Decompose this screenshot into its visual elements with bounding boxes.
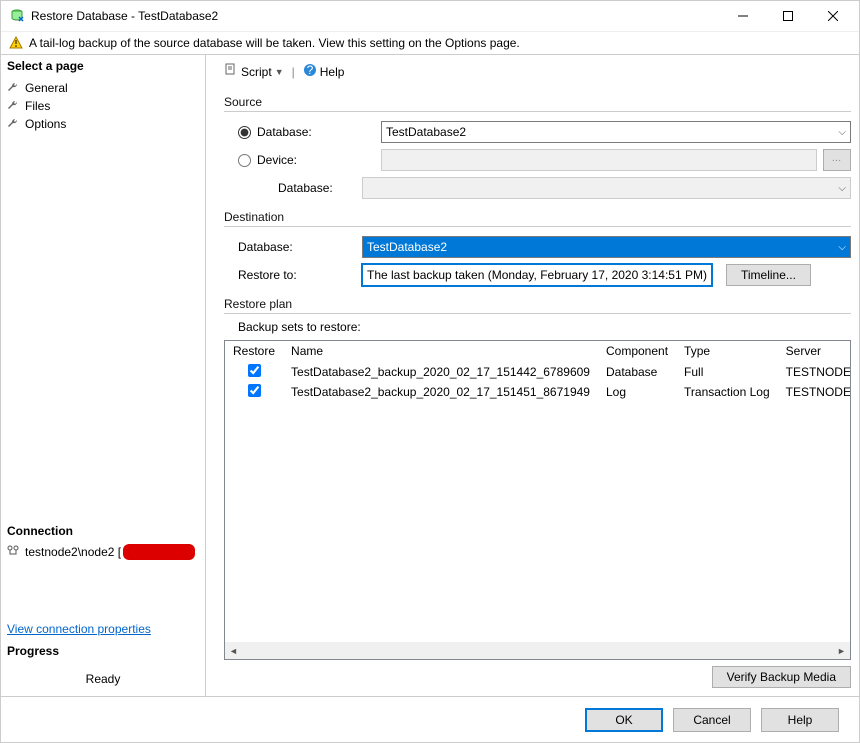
source-device-database-combo: ⌵ [362, 177, 851, 199]
source-database-row: Database: TestDatabase2 ⌵ [224, 120, 851, 144]
backup-sets-grid[interactable]: Restore Name Component Type Server TestD… [224, 340, 851, 660]
chevron-down-icon: ▼ [275, 67, 284, 77]
source-device-field [381, 149, 817, 171]
wrench-icon [7, 117, 21, 131]
destination-database-combo[interactable]: TestDatabase2 ⌵ [362, 236, 851, 258]
help-button-footer[interactable]: Help [761, 708, 839, 732]
wrench-icon [7, 81, 21, 95]
cell-component: Database [598, 361, 676, 382]
col-restore[interactable]: Restore [225, 341, 283, 361]
page-item-label: Options [25, 117, 66, 131]
verify-backup-media-button[interactable]: Verify Backup Media [712, 666, 851, 688]
cell-name: TestDatabase2_backup_2020_02_17_151451_8… [283, 382, 598, 402]
restore-checkbox[interactable] [248, 364, 261, 377]
restore-plan-subhead: Backup sets to restore: [224, 320, 851, 334]
page-list: General Files Options [1, 77, 205, 135]
warning-icon [9, 36, 23, 50]
source-database-value: TestDatabase2 [386, 125, 466, 139]
connection-head: Connection [1, 520, 205, 542]
source-device-label: Device: [257, 153, 381, 167]
minimize-button[interactable] [720, 2, 765, 30]
connection-row: testnode2\node2 [ [1, 542, 205, 562]
app-icon [9, 8, 25, 24]
timeline-button[interactable]: Timeline... [726, 264, 811, 286]
connection-text: testnode2\node2 [ [25, 545, 121, 559]
warning-text: A tail-log backup of the source database… [29, 36, 520, 50]
view-connection-properties-link[interactable]: View connection properties [1, 618, 205, 640]
source-head: Source [224, 95, 851, 109]
chevron-down-icon: ⌵ [838, 242, 846, 253]
dialog-footer: OK Cancel Help [1, 696, 859, 742]
svg-text:?: ? [306, 63, 313, 77]
page-item-files[interactable]: Files [7, 97, 205, 115]
close-button[interactable] [810, 2, 855, 30]
cancel-button[interactable]: Cancel [673, 708, 751, 732]
destination-database-label: Database: [238, 240, 362, 254]
col-component[interactable]: Component [598, 341, 676, 361]
chevron-down-icon: ⌵ [838, 183, 846, 194]
ok-button[interactable]: OK [585, 708, 663, 732]
redacted-area [123, 544, 195, 560]
page-item-general[interactable]: General [7, 79, 205, 97]
wrench-icon [7, 99, 21, 113]
source-device-row: Device: … [224, 148, 851, 172]
col-type[interactable]: Type [676, 341, 778, 361]
destination-head: Destination [224, 210, 851, 224]
maximize-button[interactable] [765, 2, 810, 30]
toolbar-separator: | [292, 65, 295, 79]
form-area: Source Database: TestDatabase2 ⌵ Device:… [214, 85, 851, 688]
right-toolbar: Script ▼ | ? Help [214, 59, 851, 85]
right-panel: Script ▼ | ? Help Source Database: TestD… [206, 55, 859, 696]
cell-component: Log [598, 382, 676, 402]
scroll-right-icon[interactable]: ► [833, 642, 850, 659]
horizontal-scrollbar[interactable]: ◄ ► [225, 642, 850, 659]
table-row[interactable]: TestDatabase2_backup_2020_02_17_151442_6… [225, 361, 850, 382]
cell-server: TESTNODE2\NODE2 [778, 361, 850, 382]
cell-type: Transaction Log [676, 382, 778, 402]
source-device-radio[interactable] [238, 154, 251, 167]
cell-server: TESTNODE2\NODE2 [778, 382, 850, 402]
grid-header-row: Restore Name Component Type Server [225, 341, 850, 361]
source-device-database-label: Database: [278, 181, 362, 195]
restore-checkbox[interactable] [248, 384, 261, 397]
help-icon: ? [303, 63, 317, 80]
source-database-label: Database: [257, 125, 381, 139]
script-button[interactable]: Script ▼ [220, 61, 288, 82]
restore-to-row: Restore to: Timeline... [224, 263, 851, 287]
table-row[interactable]: TestDatabase2_backup_2020_02_17_151451_8… [225, 382, 850, 402]
server-icon [7, 545, 21, 559]
restore-plan-head: Restore plan [224, 297, 851, 311]
script-icon [224, 63, 238, 80]
cell-name: TestDatabase2_backup_2020_02_17_151442_6… [283, 361, 598, 382]
cell-type: Full [676, 361, 778, 382]
source-device-database-row: Database: ⌵ [224, 176, 851, 200]
col-name[interactable]: Name [283, 341, 598, 361]
source-database-combo[interactable]: TestDatabase2 ⌵ [381, 121, 851, 143]
page-item-label: Files [25, 99, 50, 113]
scroll-left-icon[interactable]: ◄ [225, 642, 242, 659]
browse-device-button[interactable]: … [823, 149, 851, 171]
titlebar: Restore Database - TestDatabase2 [1, 1, 859, 31]
progress-status: Ready [1, 662, 205, 696]
destination-database-value: TestDatabase2 [367, 240, 447, 254]
help-label: Help [320, 65, 345, 79]
main-area: Select a page General Files Options Conn… [1, 55, 859, 696]
page-item-options[interactable]: Options [7, 115, 205, 133]
restore-to-label: Restore to: [238, 268, 362, 282]
help-button[interactable]: ? Help [299, 61, 349, 82]
warning-bar: A tail-log backup of the source database… [1, 31, 859, 55]
source-database-radio[interactable] [238, 126, 251, 139]
restore-to-field[interactable] [362, 264, 712, 286]
select-page-head: Select a page [1, 55, 205, 77]
script-label: Script [241, 65, 272, 79]
left-panel: Select a page General Files Options Conn… [1, 55, 206, 696]
destination-database-row: Database: TestDatabase2 ⌵ [224, 235, 851, 259]
col-server[interactable]: Server [778, 341, 850, 361]
page-item-label: General [25, 81, 68, 95]
progress-head: Progress [1, 640, 205, 662]
chevron-down-icon: ⌵ [838, 127, 846, 138]
window-title: Restore Database - TestDatabase2 [31, 9, 720, 23]
